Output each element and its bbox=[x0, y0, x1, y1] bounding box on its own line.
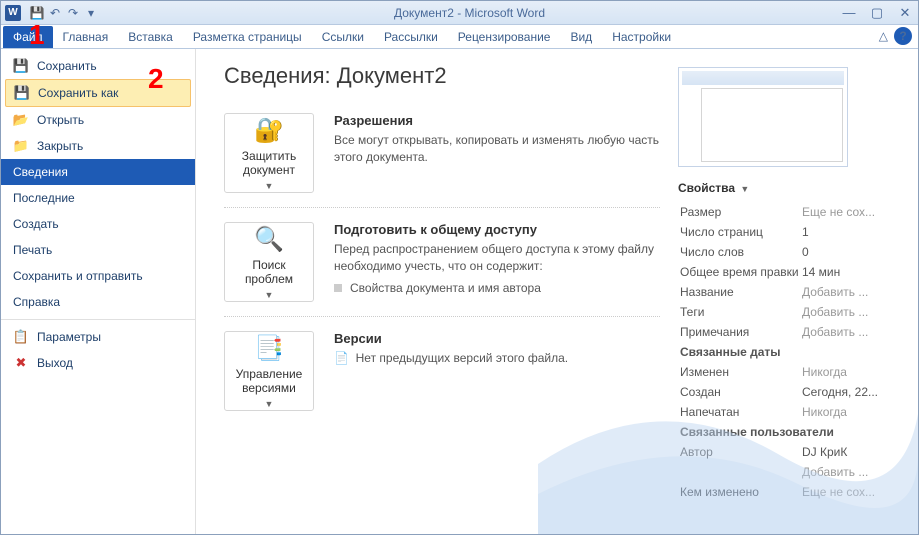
sidebar-save[interactable]: 💾 Сохранить bbox=[1, 53, 195, 79]
sidebar-label: Сохранить bbox=[37, 59, 97, 73]
section-text: Перед распространением общего доступа к … bbox=[334, 241, 660, 275]
tab-view[interactable]: Вид bbox=[560, 26, 602, 48]
section-prepare: 🔍 Поиск проблем ▼ Подготовить к общему д… bbox=[224, 207, 660, 316]
prop-author: АвторDJ КриК bbox=[680, 443, 906, 461]
button-label: Управление версиями bbox=[229, 367, 309, 395]
sidebar-open[interactable]: 📂 Открыть bbox=[1, 107, 195, 133]
redo-icon[interactable]: ↷ bbox=[65, 5, 81, 21]
tab-references[interactable]: Ссылки bbox=[312, 26, 374, 48]
exit-icon: ✖ bbox=[13, 355, 29, 371]
manage-versions-button[interactable]: 📑 Управление версиями ▼ bbox=[224, 331, 314, 411]
prop-author-add: Добавить ... bbox=[680, 463, 906, 481]
section-title: Подготовить к общему доступу bbox=[334, 222, 660, 237]
sidebar-save-as[interactable]: 💾 Сохранить как bbox=[5, 79, 191, 107]
check-issues-button[interactable]: 🔍 Поиск проблем ▼ bbox=[224, 222, 314, 302]
save-icon[interactable]: 💾 bbox=[29, 5, 45, 21]
tab-file[interactable]: Файл bbox=[3, 26, 53, 48]
sidebar-new[interactable]: Создать bbox=[1, 211, 195, 237]
qat-dropdown-icon[interactable]: ▾ bbox=[83, 5, 99, 21]
sidebar-print[interactable]: Печать bbox=[1, 237, 195, 263]
sidebar-label: Последние bbox=[13, 191, 75, 205]
sidebar-options[interactable]: 📋 Параметры bbox=[1, 324, 195, 350]
button-label: Защитить документ bbox=[229, 149, 309, 177]
options-icon: 📋 bbox=[13, 329, 29, 345]
dropdown-icon: ▼ bbox=[265, 181, 274, 191]
tab-layout[interactable]: Разметка страницы bbox=[183, 26, 312, 48]
page-title: Сведения: Документ2 bbox=[224, 63, 660, 89]
prop-words: Число слов0 bbox=[680, 243, 906, 261]
sidebar-label: Печать bbox=[13, 243, 52, 257]
dropdown-icon: ▼ bbox=[740, 184, 749, 194]
dropdown-icon: ▼ bbox=[265, 399, 274, 409]
tab-insert[interactable]: Вставка bbox=[118, 26, 183, 48]
check-icon: 🔍 bbox=[253, 225, 285, 254]
prop-title: НазваниеДобавить ... bbox=[680, 283, 906, 301]
undo-icon[interactable]: ↶ bbox=[47, 5, 63, 21]
document-icon: 📄 bbox=[334, 351, 349, 365]
tab-review[interactable]: Рецензирование bbox=[448, 26, 561, 48]
sidebar-close[interactable]: 📁 Закрыть bbox=[1, 133, 195, 159]
folder-close-icon: 📁 bbox=[13, 138, 29, 154]
section-text: 📄 Нет предыдущих версий этого файла. bbox=[334, 350, 660, 367]
section-versions: 📑 Управление версиями ▼ Версии 📄 Нет пре… bbox=[224, 316, 660, 425]
help-icon[interactable]: ? bbox=[894, 27, 912, 45]
sidebar-label: Выход bbox=[37, 356, 73, 370]
related-people-heading: Связанные пользователи bbox=[680, 423, 906, 441]
close-button[interactable]: ✕ bbox=[896, 5, 914, 21]
backstage-sidebar: 💾 Сохранить 💾 Сохранить как 📂 Открыть 📁 Закр… bbox=[1, 49, 196, 534]
related-dates-heading: Связанные даты bbox=[680, 343, 906, 361]
prop-changedby: Кем измененоЕще не сох... bbox=[680, 483, 906, 501]
titlebar: W 💾 ↶ ↷ ▾ Документ2 - Microsoft Word ― ▢… bbox=[1, 1, 918, 25]
sidebar-label: Сохранить и отправить bbox=[13, 269, 143, 283]
prop-notes: ПримечанияДобавить ... bbox=[680, 323, 906, 341]
sidebar-label: Справка bbox=[13, 295, 60, 309]
prop-edit-time: Общее время правки14 мин bbox=[680, 263, 906, 281]
app-icon: W bbox=[5, 5, 21, 21]
section-title: Версии bbox=[334, 331, 660, 346]
section-subitem: Свойства документа и имя автора bbox=[334, 281, 660, 295]
sidebar-label: Параметры bbox=[37, 330, 101, 344]
prop-changed: ИзмененНикогда bbox=[680, 363, 906, 381]
prop-printed: НапечатанНикогда bbox=[680, 403, 906, 421]
button-label: Поиск проблем bbox=[229, 258, 309, 286]
sidebar-help[interactable]: Справка bbox=[1, 289, 195, 315]
tab-settings[interactable]: Настройки bbox=[602, 26, 681, 48]
lock-icon: 🔐 bbox=[253, 116, 285, 145]
sidebar-share[interactable]: Сохранить и отправить bbox=[1, 263, 195, 289]
protect-document-button[interactable]: 🔐 Защитить документ ▼ bbox=[224, 113, 314, 193]
maximize-button[interactable]: ▢ bbox=[868, 5, 886, 21]
sidebar-label: Сохранить как bbox=[38, 86, 118, 100]
folder-open-icon: 📂 bbox=[13, 112, 29, 128]
properties-panel: Свойства ▼ РазмерЕще не сох... Число стр… bbox=[678, 63, 908, 534]
tab-home[interactable]: Главная bbox=[53, 26, 119, 48]
minimize-button[interactable]: ― bbox=[840, 5, 858, 21]
sidebar-label: Открыть bbox=[37, 113, 84, 127]
ribbon-collapse-icon[interactable]: △ bbox=[879, 29, 888, 43]
window-title: Документ2 - Microsoft Word bbox=[99, 6, 840, 20]
save-as-icon: 💾 bbox=[14, 85, 30, 101]
sidebar-label: Закрыть bbox=[37, 139, 83, 153]
section-title: Разрешения bbox=[334, 113, 660, 128]
sidebar-label: Сведения bbox=[13, 165, 68, 179]
prop-size: РазмерЕще не сох... bbox=[680, 203, 906, 221]
prop-tags: ТегиДобавить ... bbox=[680, 303, 906, 321]
versions-icon: 📑 bbox=[253, 334, 285, 363]
section-text: Все могут открывать, копировать и изменя… bbox=[334, 132, 660, 166]
sidebar-recent[interactable]: Последние bbox=[1, 185, 195, 211]
properties-heading[interactable]: Свойства ▼ bbox=[678, 181, 908, 195]
prop-created: СозданСегодня, 22... bbox=[680, 383, 906, 401]
prop-pages: Число страниц1 bbox=[680, 223, 906, 241]
ribbon-tabs: Файл Главная Вставка Разметка страницы С… bbox=[1, 25, 918, 49]
save-icon: 💾 bbox=[13, 58, 29, 74]
sidebar-info[interactable]: Сведения bbox=[1, 159, 195, 185]
sidebar-exit[interactable]: ✖ Выход bbox=[1, 350, 195, 376]
section-permissions: 🔐 Защитить документ ▼ Разрешения Все мог… bbox=[224, 109, 660, 207]
document-preview[interactable] bbox=[678, 67, 848, 167]
sidebar-label: Создать bbox=[13, 217, 59, 231]
tab-mailings[interactable]: Рассылки bbox=[374, 26, 448, 48]
dropdown-icon: ▼ bbox=[265, 290, 274, 300]
